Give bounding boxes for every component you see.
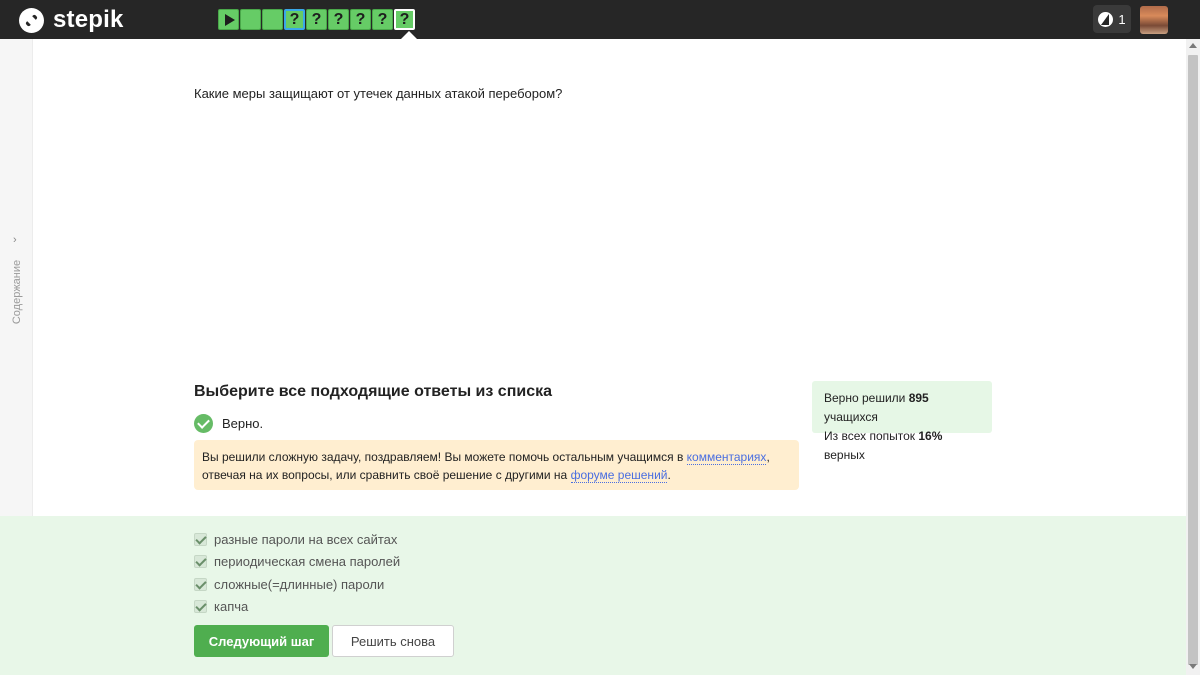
checkbox-checked-icon[interactable] (194, 555, 207, 569)
result-status: Верно. (194, 414, 263, 433)
congrats-message: Вы решили сложную задачу, поздравляем! В… (194, 440, 799, 490)
top-navbar: stepik ? ? ? ? ? ? 1 (0, 0, 1200, 39)
comments-link[interactable]: комментариях (686, 450, 767, 465)
solved-count-line: Верно решили 895 учащихся (824, 389, 980, 427)
sidebar-toggle[interactable]: › Содержание (9, 234, 25, 324)
solve-stats: Верно решили 895 учащихся Из всех попыто… (812, 381, 992, 462)
question-text: Какие меры защищают от утечек данных ата… (194, 86, 563, 101)
step-item[interactable] (262, 9, 283, 30)
answer-option[interactable]: капча (194, 596, 400, 619)
option-label: сложные(=длинные) пароли (214, 576, 385, 592)
answer-options: разные пароли на всех сайтах периодическ… (194, 528, 400, 618)
stats-text: Верно решили (824, 391, 909, 405)
answer-option[interactable]: разные пароли на всех сайтах (194, 528, 400, 551)
vertical-scrollbar[interactable] (1186, 39, 1200, 675)
step-item[interactable] (240, 9, 261, 30)
success-percent: 16% (918, 429, 943, 443)
quiz-title: Выберите все подходящие ответы из списка (194, 383, 552, 400)
lesson-steps: ? ? ? ? ? ? (218, 9, 415, 30)
solutions-forum-link[interactable]: форуме решений (570, 468, 668, 483)
scroll-up-arrow-icon[interactable] (1189, 43, 1197, 48)
next-step-button[interactable]: Следующий шаг (194, 625, 329, 657)
option-label: разные пароли на всех сайтах (214, 531, 398, 547)
energy-count: 1 (1118, 11, 1126, 27)
lightning-icon (1098, 11, 1114, 27)
option-label: капча (214, 599, 249, 615)
user-avatar[interactable] (1140, 6, 1168, 34)
step-item[interactable]: ? (284, 9, 305, 30)
stats-text: верных (824, 448, 865, 462)
answer-option[interactable]: периодическая смена паролей (194, 551, 400, 574)
stepik-logo-icon (19, 7, 44, 33)
scroll-down-arrow-icon[interactable] (1189, 664, 1197, 669)
status-text: Верно. (222, 416, 264, 431)
step-item[interactable]: ? (306, 9, 327, 30)
logo-text: stepik (53, 6, 124, 33)
checkbox-checked-icon[interactable] (194, 577, 207, 591)
stats-text: Из всех попыток (824, 429, 919, 443)
congrats-text: Вы решили сложную задачу, поздравляем! В… (202, 450, 687, 464)
retry-button[interactable]: Решить снова (332, 625, 454, 657)
check-circle-icon (194, 414, 213, 433)
stats-text: учащихся (824, 410, 878, 424)
step-item-current[interactable]: ? (394, 9, 415, 30)
scroll-thumb[interactable] (1188, 55, 1198, 665)
step-item[interactable]: ? (350, 9, 371, 30)
step-item[interactable]: ? (328, 9, 349, 30)
current-step-pointer (401, 31, 417, 39)
sidebar-label: Содержание (11, 259, 23, 325)
checkbox-checked-icon[interactable] (194, 600, 207, 614)
answer-option[interactable]: сложные(=длинные) пароли (194, 573, 400, 596)
stepik-logo[interactable]: stepik (19, 6, 124, 33)
step-item[interactable]: ? (372, 9, 393, 30)
energy-button[interactable]: 1 (1093, 5, 1131, 33)
chevron-right-icon: › (13, 234, 17, 246)
congrats-text: . (667, 468, 671, 482)
answer-area (0, 516, 1186, 675)
checkbox-checked-icon[interactable] (194, 532, 207, 546)
solved-count: 895 (908, 391, 929, 405)
step-video-play-icon[interactable] (218, 9, 239, 30)
success-rate-line: Из всех попыток 16% верных (824, 427, 980, 465)
option-label: периодическая смена паролей (214, 554, 401, 570)
